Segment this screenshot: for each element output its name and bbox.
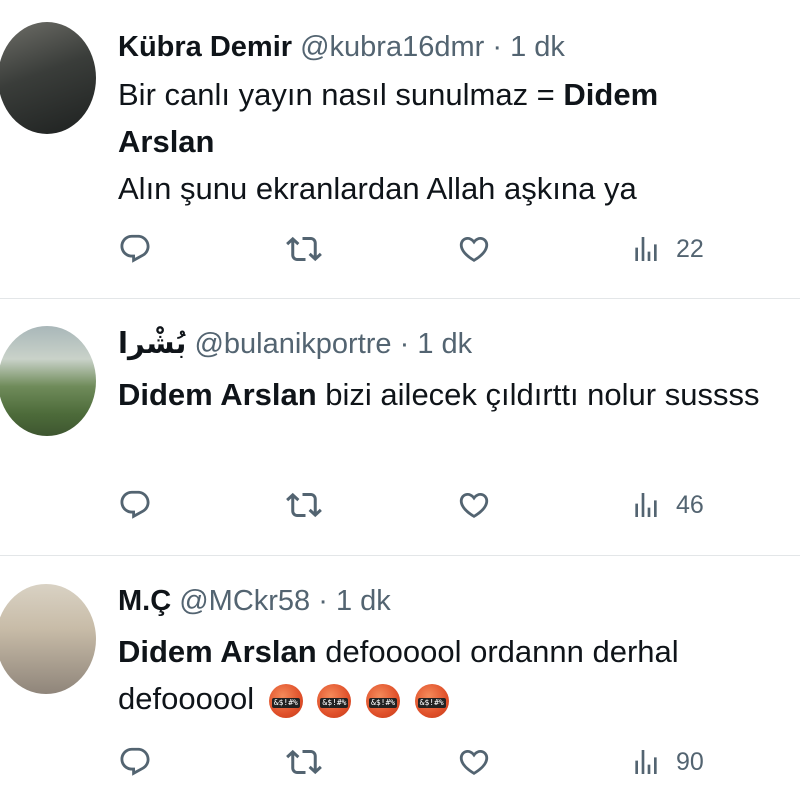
user-handle[interactable]: @MCkr58 bbox=[179, 585, 310, 617]
tweet-text: Didem Arslan defoooool ordannn derhal de… bbox=[118, 628, 790, 722]
views-icon bbox=[635, 237, 657, 261]
view-count: 22 bbox=[676, 234, 704, 263]
action-bar: 46 bbox=[118, 485, 738, 525]
avatar[interactable] bbox=[0, 584, 96, 694]
tweet-text-line: Alın şunu ekranlardan Allah aşkına ya bbox=[118, 171, 637, 206]
tweet-text-part: bizi ailecek çıldırttı nolur sussss bbox=[316, 377, 760, 412]
dot-separator: · bbox=[391, 328, 418, 360]
reply-button[interactable] bbox=[118, 485, 152, 525]
like-icon bbox=[459, 749, 489, 775]
views-button[interactable]: 90 bbox=[630, 742, 704, 782]
tweet-header: M.Ç @MCkr58 · 1 dk bbox=[118, 583, 391, 619]
display-name[interactable]: Kübra Demir bbox=[118, 31, 292, 63]
enraged-face-emoji bbox=[414, 683, 449, 718]
display-name[interactable]: بُشْرا bbox=[118, 328, 186, 360]
retweet-icon bbox=[286, 492, 322, 518]
retweet-button[interactable] bbox=[286, 485, 322, 525]
retweet-button[interactable] bbox=[286, 742, 322, 782]
view-count: 90 bbox=[676, 747, 704, 776]
tweet-text: Didem Arslan bizi ailecek çıldırttı nolu… bbox=[118, 371, 770, 418]
dot-separator: · bbox=[310, 585, 336, 617]
tweet-text-part: Bir canlı yayın nasıl sunulmaz = bbox=[118, 77, 564, 112]
reply-icon bbox=[120, 234, 150, 263]
views-icon bbox=[635, 493, 657, 517]
timestamp[interactable]: 1 dk bbox=[417, 328, 472, 360]
retweet-button[interactable] bbox=[286, 229, 322, 269]
views-icon bbox=[635, 750, 657, 774]
tweet-header: Kübra Demir @kubra16dmr · 1 dk bbox=[118, 29, 565, 65]
like-button[interactable] bbox=[457, 742, 491, 782]
tweet-header: بُشْرا @bulanikportre · 1 dk bbox=[118, 326, 472, 362]
avatar[interactable] bbox=[0, 326, 96, 436]
view-count: 46 bbox=[676, 490, 704, 519]
reply-button[interactable] bbox=[118, 742, 152, 782]
like-icon bbox=[459, 236, 489, 262]
dot-separator: · bbox=[484, 31, 511, 63]
timestamp[interactable]: 1 dk bbox=[510, 31, 565, 63]
mention-name: Didem Arslan bbox=[118, 377, 317, 412]
tweet[interactable]: Kübra Demir @kubra16dmr · 1 dk Bir canlı… bbox=[0, 0, 800, 298]
action-bar: 22 bbox=[118, 229, 738, 269]
enraged-face-emoji bbox=[366, 683, 401, 718]
reply-icon bbox=[120, 490, 150, 519]
enraged-face-emoji bbox=[317, 683, 352, 718]
tweet[interactable]: M.Ç @MCkr58 · 1 dk Didem Arslan defooooo… bbox=[0, 556, 800, 800]
enraged-face-emoji bbox=[268, 683, 303, 718]
user-handle[interactable]: @bulanikportre bbox=[194, 328, 391, 360]
display-name[interactable]: M.Ç bbox=[118, 585, 171, 617]
timestamp[interactable]: 1 dk bbox=[336, 585, 391, 617]
like-button[interactable] bbox=[457, 229, 491, 269]
tweet-text: Bir canlı yayın nasıl sunulmaz = Didem A… bbox=[118, 71, 760, 212]
like-icon bbox=[459, 492, 489, 518]
retweet-icon bbox=[286, 749, 322, 775]
views-button[interactable]: 22 bbox=[630, 229, 704, 269]
tweet[interactable]: بُشْرا @bulanikportre · 1 dk Didem Arsla… bbox=[0, 299, 800, 555]
action-bar: 90 bbox=[118, 742, 738, 782]
reply-icon bbox=[120, 747, 150, 776]
mention-name: Didem Arslan bbox=[118, 634, 317, 669]
retweet-icon bbox=[286, 236, 322, 262]
views-button[interactable]: 46 bbox=[630, 485, 704, 525]
user-handle[interactable]: @kubra16dmr bbox=[300, 31, 484, 63]
reply-button[interactable] bbox=[118, 229, 152, 269]
like-button[interactable] bbox=[457, 485, 491, 525]
avatar[interactable] bbox=[0, 22, 96, 134]
